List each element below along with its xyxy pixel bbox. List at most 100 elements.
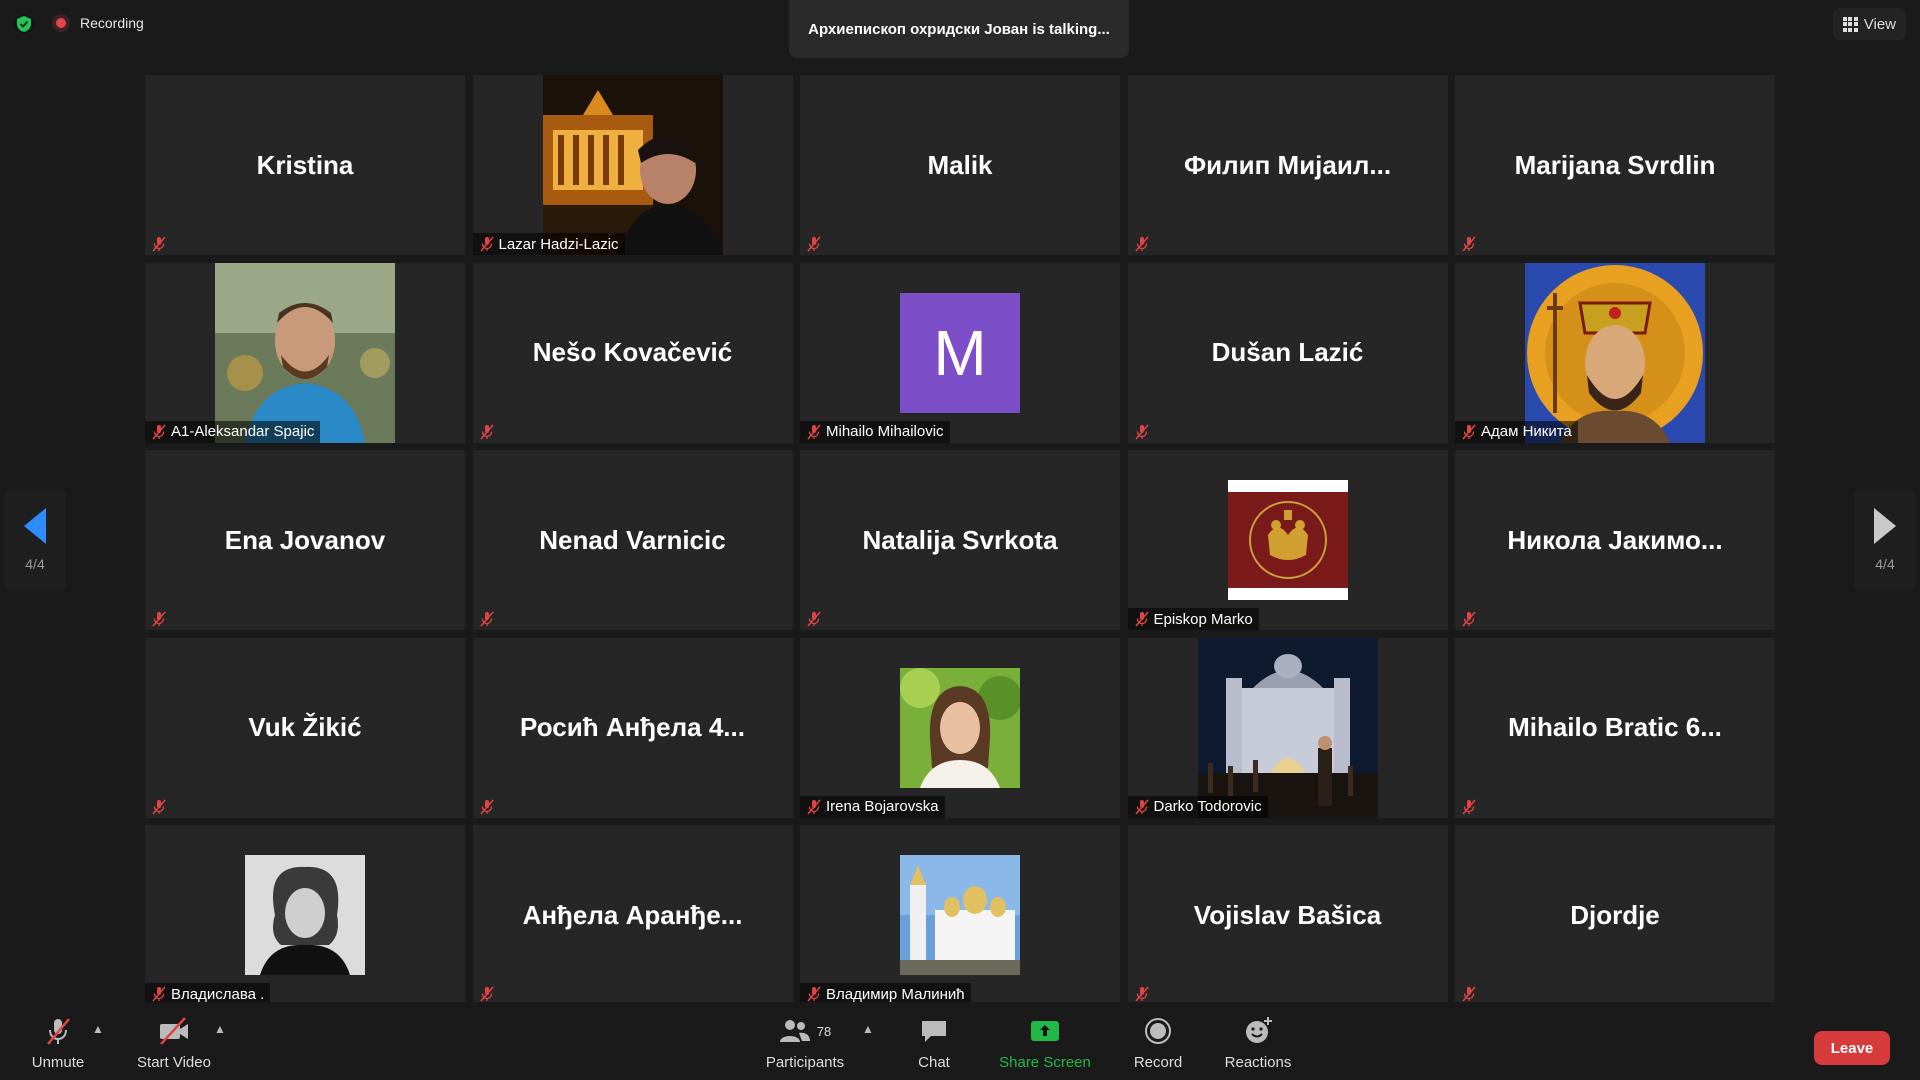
participant-tile[interactable]: Vuk Žikić	[145, 637, 465, 818]
participant-tile[interactable]: Natalija Svrkota	[800, 450, 1120, 630]
recording-indicator[interactable]: Recording	[52, 14, 144, 32]
participant-display-name: Ena Jovanov	[224, 524, 386, 555]
participant-photo-woman-green	[900, 667, 1022, 788]
mic-muted-icon	[151, 798, 167, 815]
mic-muted-icon	[806, 611, 822, 627]
participant-video-man-blue-shirt	[215, 262, 395, 443]
participant-footer	[473, 796, 501, 818]
participants-options-caret-icon[interactable]: ▲	[862, 1022, 874, 1036]
participant-footer	[1455, 233, 1483, 255]
mic-muted-icon	[479, 236, 495, 252]
participant-footer: Darko Todorovic	[1127, 795, 1268, 818]
mic-muted-icon	[151, 986, 167, 1002]
encryption-shield-icon[interactable]	[14, 14, 34, 34]
participant-display-name: Nenad Varnicic	[539, 524, 726, 555]
participant-footer: Lazar Hadzi-Lazic	[472, 233, 625, 255]
unmute-button[interactable]: Unmute	[24, 1016, 92, 1071]
participant-name-label: Irena Bojarovska	[826, 798, 939, 815]
participant-tile[interactable]: Darko Todorovic	[1127, 637, 1448, 818]
participant-footer	[800, 608, 828, 630]
participant-photo-cathedral-white	[900, 855, 1020, 975]
participant-footer: Адам Никита	[1455, 420, 1578, 443]
participant-photo-red-emblem	[1227, 480, 1348, 600]
participant-tile[interactable]: Nenad Varnicic	[472, 450, 793, 630]
mic-muted-icon	[1461, 423, 1477, 440]
top-bar: Recording Архиепископ охридски Јован is …	[0, 0, 1920, 58]
next-page-button[interactable]: 4/4	[1854, 490, 1916, 590]
participant-display-name: Mihailo Bratic 6...	[1508, 712, 1722, 742]
participant-tile[interactable]: Никола Јакимо...	[1455, 450, 1775, 630]
participant-footer	[473, 421, 501, 443]
record-button[interactable]: Record	[1128, 1016, 1188, 1071]
participant-footer	[145, 233, 173, 255]
participant-tile[interactable]: Episkop Marko	[1127, 450, 1448, 630]
participant-tile[interactable]: Анђела Аранђе...	[472, 825, 793, 1005]
active-speaker-banner: Архиепископ охридски Јован is talking...	[789, 0, 1129, 58]
share-screen-label: Share Screen	[999, 1054, 1091, 1071]
participant-tile[interactable]: Irena Bojarovska	[800, 637, 1120, 818]
unmute-label: Unmute	[31, 1054, 85, 1071]
chat-button[interactable]: Chat	[904, 1016, 964, 1071]
participant-tile[interactable]: Nešo Kovačević	[472, 262, 793, 443]
view-button[interactable]: View	[1832, 8, 1906, 40]
participant-tile[interactable]: Vojislav Bašica	[1127, 825, 1448, 1005]
participant-display-name: Malik	[927, 149, 993, 180]
participant-footer: Mihailo Mihailovic	[800, 420, 950, 443]
video-options-caret-icon[interactable]: ▲	[214, 1022, 226, 1036]
page-indicator-right: 4/4	[1875, 556, 1895, 572]
participant-tile[interactable]: Djordje	[1455, 825, 1775, 1005]
record-icon	[1145, 1018, 1171, 1044]
participant-name-label: Владислава .	[171, 985, 265, 1003]
participant-display-name: Росић Анђела 4...	[520, 712, 745, 742]
participants-count: 78	[816, 1023, 832, 1039]
recording-label: Recording	[80, 15, 144, 31]
record-label: Record	[1133, 1054, 1183, 1071]
share-screen-button[interactable]: Share Screen	[995, 1016, 1095, 1071]
mic-muted-icon	[479, 611, 495, 627]
mic-muted-icon	[806, 798, 822, 815]
participant-tile[interactable]: Mihailo Bratic 6...	[1455, 637, 1775, 818]
participant-tile[interactable]: M Mihailo Mihailovic	[800, 262, 1120, 443]
participant-tile[interactable]: Malik	[800, 75, 1120, 255]
participant-footer	[473, 608, 501, 630]
participant-footer: Irena Bojarovska	[800, 795, 945, 818]
chat-label: Chat	[918, 1054, 950, 1071]
participant-name-label: Darko Todorovic	[1153, 798, 1262, 815]
participant-tile[interactable]: A1-Aleksandar Spajic	[145, 262, 465, 443]
reactions-button[interactable]: Reactions	[1222, 1016, 1294, 1071]
grid-view-icon	[1842, 16, 1858, 32]
mic-muted-icon	[806, 423, 822, 440]
participants-button[interactable]: 78 Participants	[760, 1016, 850, 1071]
participant-footer	[800, 233, 828, 255]
participant-display-name: Natalija Svrkota	[862, 524, 1058, 555]
audio-options-caret-icon[interactable]: ▲	[92, 1022, 104, 1036]
start-video-button[interactable]: Start Video	[134, 1016, 214, 1071]
participant-tile[interactable]: Ena Jovanov	[145, 450, 465, 630]
previous-page-button[interactable]: 4/4	[4, 490, 66, 590]
participant-tile[interactable]: Владимир Малинић	[800, 825, 1120, 1005]
participant-tile[interactable]: Dušan Lazić	[1127, 262, 1448, 443]
participant-name-label: Адам Никита	[1481, 423, 1572, 440]
meeting-toolbar: Unmute ▲ Start Video ▲ 78 Participants ▲…	[0, 1002, 1920, 1080]
participant-name-label: Владимир Малинић	[826, 985, 965, 1003]
participant-display-name: Филип Мијаил...	[1183, 149, 1392, 180]
participant-tile[interactable]: Росић Анђела 4...	[472, 637, 793, 818]
participant-footer: A1-Aleksandar Spajic	[145, 420, 321, 443]
page-indicator-left: 4/4	[25, 556, 45, 572]
participant-tile[interactable]: Kristina	[145, 75, 465, 255]
participant-name-label: A1-Aleksandar Spajic	[171, 423, 315, 440]
participant-display-name: Kristina	[256, 149, 354, 180]
participant-tile[interactable]: Marijana Svrdlin	[1455, 75, 1775, 255]
mic-muted-icon	[1134, 611, 1150, 627]
mic-muted-icon	[1134, 236, 1150, 252]
participant-tile[interactable]: Адам Никита	[1455, 262, 1775, 443]
leave-button[interactable]: Leave	[1814, 1031, 1890, 1065]
mic-muted-icon	[1461, 986, 1477, 1002]
participant-tile[interactable]: Lazar Hadzi-Lazic	[472, 75, 793, 255]
participant-tile[interactable]: Филип Мијаил...	[1127, 75, 1448, 255]
mic-muted-icon	[1134, 423, 1150, 440]
chat-icon	[922, 1021, 946, 1042]
mic-muted-icon	[806, 986, 822, 1002]
participant-tile[interactable]: Владислава .	[145, 825, 465, 1005]
participant-video-city-night-portrait	[542, 75, 723, 255]
